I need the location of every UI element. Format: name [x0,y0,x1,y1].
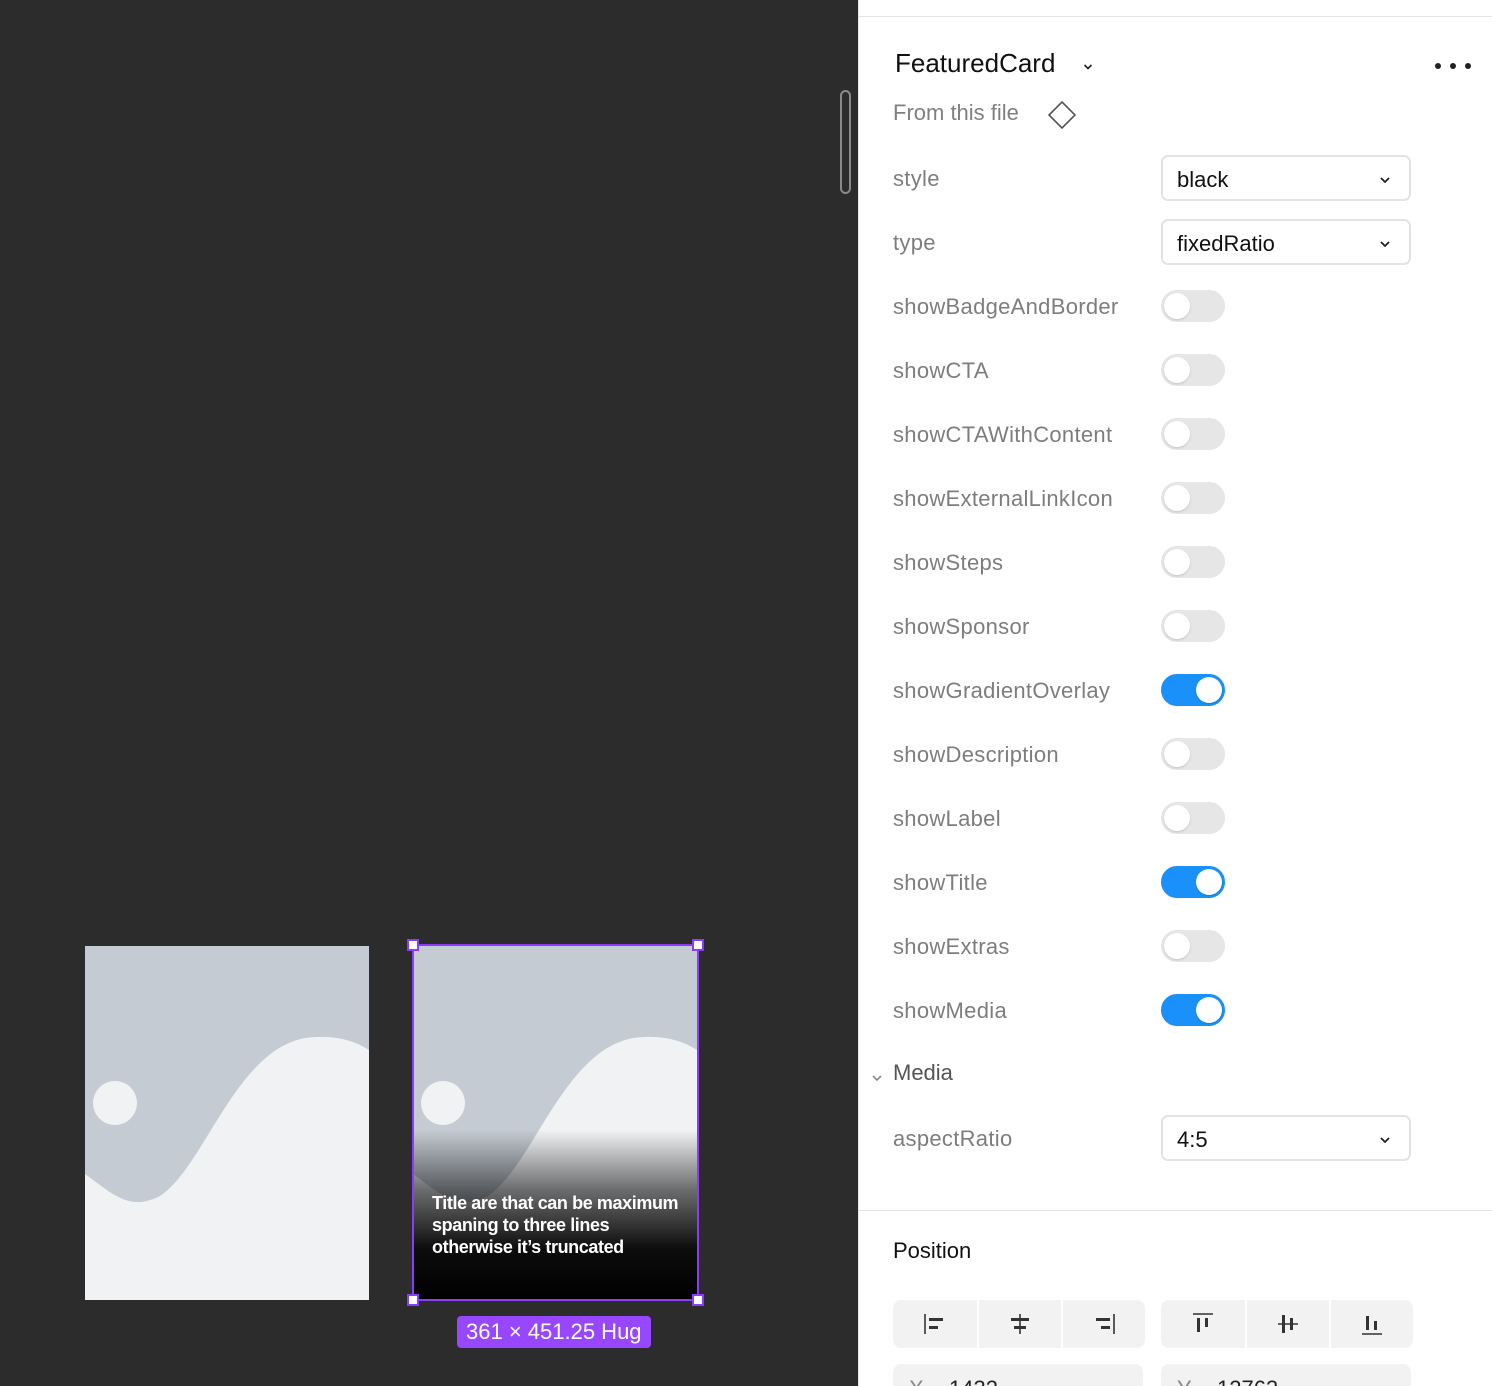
prop-label-showSteps: showSteps [893,550,1004,575]
toggle-showSteps[interactable] [1161,546,1225,578]
position-x-value: 1432 [949,1376,998,1386]
prop-label-aspectRatio: aspectRatio [893,1126,1013,1151]
toggle-showExternalLinkIcon[interactable] [1161,482,1225,514]
toggle-showGradientOverlay[interactable] [1161,674,1225,706]
section-media[interactable]: Media [893,1060,953,1086]
featured-card-preview[interactable] [85,946,369,1300]
aspect-ratio-value: 4:5 [1177,1127,1208,1152]
prop-label-showDescription: showDescription [893,742,1059,767]
component-source: From this file [893,100,1019,125]
toggle-showCTA[interactable] [1161,354,1225,386]
resize-handle-top-right[interactable] [692,939,704,951]
resize-handle-bottom-right[interactable] [692,1294,704,1306]
prop-label-showTitle: showTitle [893,870,988,895]
component-diamond-icon[interactable] [1047,100,1077,135]
more-options-icon[interactable] [1435,54,1471,78]
chevron-down-icon[interactable] [871,1070,883,1088]
prop-label-showCTAWithContent: showCTAWithContent [893,422,1113,447]
type-select-value: fixedRatio [1177,231,1275,256]
toggle-showTitle[interactable] [1161,866,1225,898]
size-badge: 361 × 451.25 Hug [457,1316,651,1348]
prop-label-style: style [893,166,940,191]
style-select[interactable]: black [1161,155,1411,201]
chevron-down-icon [1380,177,1390,184]
position-section-title: Position [893,1238,972,1263]
aspect-ratio-select[interactable]: 4:5 [1161,1115,1411,1161]
featured-card-selected[interactable]: Title are that can be maximum spaning to… [413,946,697,1300]
divider [859,16,1492,17]
align-top-icon[interactable] [1161,1300,1245,1348]
position-y-label: Y [1177,1376,1192,1386]
toggle-showSponsor[interactable] [1161,610,1225,642]
align-horizontal-center-icon[interactable] [977,1300,1061,1348]
vertical-align-group [1161,1300,1413,1348]
prop-label-showLabel: showLabel [893,806,1001,831]
image-placeholder-icon [85,946,369,1300]
prop-label-showSponsor: showSponsor [893,614,1030,639]
align-right-icon[interactable] [1061,1300,1145,1348]
position-y-value: 12763 [1217,1376,1278,1386]
horizontal-align-group [893,1300,1145,1348]
prop-label-type: type [893,230,936,255]
align-bottom-icon[interactable] [1329,1300,1413,1348]
toggle-showMedia[interactable] [1161,994,1225,1026]
prop-label-showBadgeAndBorder: showBadgeAndBorder [893,294,1119,319]
divider [859,1210,1492,1211]
card-title: Title are that can be maximum spaning to… [432,1193,679,1257]
toggle-showBadgeAndBorder[interactable] [1161,290,1225,322]
toggle-showCTAWithContent[interactable] [1161,418,1225,450]
toggle-showExtras[interactable] [1161,930,1225,962]
chevron-down-icon [1380,241,1390,248]
position-x-field[interactable]: X 1432 [893,1364,1143,1386]
prop-label-showCTA: showCTA [893,358,989,383]
prop-label-showExtras: showExtras [893,934,1010,959]
align-left-icon[interactable] [893,1300,977,1348]
resize-handle-top-left[interactable] [407,939,419,951]
prop-label-showGradientOverlay: showGradientOverlay [893,678,1111,703]
align-vertical-center-icon[interactable] [1245,1300,1329,1348]
position-x-label: X [909,1376,924,1386]
chevron-down-icon[interactable] [1083,62,1093,72]
prop-label-showExternalLinkIcon: showExternalLinkIcon [893,486,1114,511]
properties-panel: FeaturedCard From this file style black … [858,0,1492,1386]
resize-handle-bottom-left[interactable] [407,1294,419,1306]
type-select[interactable]: fixedRatio [1161,219,1411,265]
position-y-field[interactable]: Y 12763 [1161,1364,1411,1386]
design-canvas[interactable]: Title are that can be maximum spaning to… [0,0,858,1386]
toggle-showLabel[interactable] [1161,802,1225,834]
prop-label-showMedia: showMedia [893,998,1007,1023]
toggle-showDescription[interactable] [1161,738,1225,770]
canvas-scrollbar[interactable] [840,90,851,194]
chevron-down-icon [1380,1137,1390,1144]
component-name[interactable]: FeaturedCard [895,48,1055,79]
style-select-value: black [1177,167,1229,192]
